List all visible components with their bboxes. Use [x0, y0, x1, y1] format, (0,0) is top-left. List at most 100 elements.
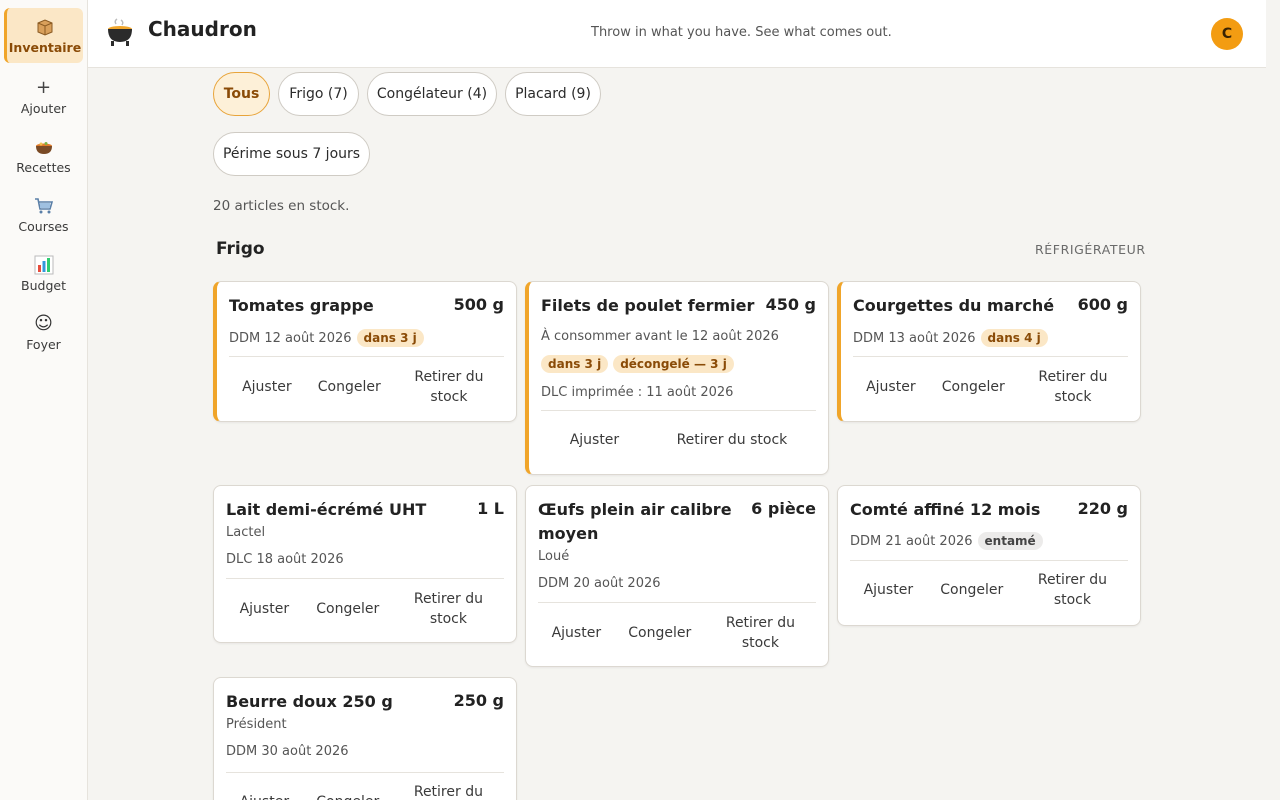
sidebar-item-label: Recettes: [16, 159, 71, 175]
divider: [226, 578, 504, 579]
filter-chip-fridge[interactable]: Frigo (7): [278, 72, 359, 116]
item-quantity: 500 g: [453, 295, 504, 314]
item-name: Courgettes du marché: [853, 296, 1055, 315]
sidebar-item-inventaire[interactable]: Inventaire: [4, 8, 83, 63]
filter-chip-freezer[interactable]: Congélateur (4): [367, 72, 497, 116]
cart-icon: [34, 196, 54, 216]
freeze-button[interactable]: Congeler: [316, 599, 379, 619]
remove-button[interactable]: Retirer du stock: [677, 430, 788, 450]
item-brand: Lactel: [226, 525, 266, 540]
sidebar-item-recettes[interactable]: Recettes: [4, 128, 83, 183]
freeze-button[interactable]: Congeler: [942, 377, 1005, 397]
divider: [850, 560, 1128, 561]
item-date-text: DDM 21 août 2026: [850, 534, 973, 549]
inventory-card: Comté affiné 12 mois 220 g DDM 21 août 2…: [837, 485, 1141, 626]
item-quantity: 6 pièce: [751, 499, 816, 518]
card-actions: Ajuster Congeler Retirer du stock: [853, 367, 1128, 407]
filter-chip-expiring[interactable]: Périme sous 7 jours: [213, 132, 370, 176]
sidebar-item-label: Ajouter: [20, 100, 67, 116]
adjust-button[interactable]: Ajuster: [240, 792, 290, 800]
item-date: À consommer avant le 12 août 2026: [541, 329, 779, 344]
section-title: Frigo: [216, 239, 265, 259]
inventory-card: Tomates grappe 500 g DDM 12 août 2026 dan…: [213, 281, 517, 422]
freeze-button[interactable]: Congeler: [628, 623, 691, 643]
thawed-badge: décongelé — 3 j: [613, 355, 734, 373]
inventory-card: Lait demi-écrémé UHT 1 L Lactel DLC 18 a…: [213, 485, 517, 643]
item-date: DDM 20 août 2026: [538, 576, 661, 591]
sidebar-item-label: Courses: [18, 218, 69, 234]
remove-button[interactable]: Retirer du stock: [406, 589, 490, 629]
stock-count: 20 articles en stock.: [213, 198, 350, 214]
divider: [229, 356, 504, 357]
freeze-button[interactable]: Congeler: [316, 792, 379, 800]
card-actions: Ajuster Congeler Retirer du stock: [229, 367, 504, 407]
remove-button[interactable]: Retirer du stock: [1031, 367, 1115, 407]
cauldron-logo-icon: [106, 18, 134, 48]
item-note: DLC imprimée : 11 août 2026: [541, 385, 734, 400]
plus-icon: +: [35, 76, 52, 98]
divider: [541, 410, 816, 411]
box-icon: [35, 17, 55, 37]
card-actions: Ajuster Congeler Retirer du stock: [226, 782, 504, 800]
adjust-button[interactable]: Ajuster: [866, 377, 916, 397]
remove-button[interactable]: Retirer du stock: [406, 782, 490, 800]
avatar[interactable]: C: [1211, 18, 1243, 50]
item-quantity: 600 g: [1077, 295, 1128, 314]
adjust-button[interactable]: Ajuster: [242, 377, 292, 397]
chart-icon: [34, 255, 54, 275]
divider: [538, 602, 816, 603]
item-name: Beurre doux 250 g: [226, 692, 393, 711]
inventory-card: Filets de poulet fermier 450 g À consomm…: [525, 281, 829, 475]
item-quantity: 1 L: [477, 499, 504, 518]
opened-badge: entamé: [977, 532, 1043, 550]
sidebar-item-courses[interactable]: Courses: [4, 187, 83, 242]
expiry-badge: dans 3 j: [356, 329, 424, 347]
card-actions: Ajuster Congeler Retirer du stock: [226, 589, 504, 629]
sidebar-item-budget[interactable]: Budget: [4, 246, 83, 301]
expiry-badge: dans 4 j: [980, 329, 1048, 347]
item-name: Comté affiné 12 mois: [850, 500, 1041, 519]
card-actions: Ajuster Retirer du stock: [541, 420, 816, 460]
sidebar-item-label: Foyer: [26, 336, 61, 352]
freeze-button[interactable]: Congeler: [940, 580, 1003, 600]
sidebar-item-label: Budget: [21, 277, 66, 293]
pot-icon: [34, 137, 54, 157]
sidebar: Inventaire + Ajouter Recettes Courses Bu…: [0, 0, 88, 800]
item-date: DLC 18 août 2026: [226, 552, 344, 567]
sidebar-item-label: Inventaire: [8, 39, 82, 55]
inventory-card: Courgettes du marché 600 g DDM 13 août 2…: [837, 281, 1141, 422]
card-actions: Ajuster Congeler Retirer du stock: [538, 613, 816, 653]
divider: [226, 772, 504, 773]
app-title: Chaudron: [148, 17, 257, 41]
item-name: Œufs plein air calibre moyen: [538, 500, 732, 543]
scrollbar-track[interactable]: [1266, 0, 1280, 800]
divider: [853, 356, 1128, 357]
item-date-text: DDM 12 août 2026: [229, 331, 352, 346]
inventory-card: Œufs plein air calibre moyen 6 pièce Lou…: [525, 485, 829, 667]
top-header: Chaudron Throw in what you have. See wha…: [88, 0, 1266, 68]
item-name: Lait demi-écrémé UHT: [226, 500, 427, 519]
remove-button[interactable]: Retirer du stock: [1030, 570, 1114, 610]
adjust-button[interactable]: Ajuster: [240, 599, 290, 619]
item-brand: Président: [226, 717, 287, 732]
filter-chip-all[interactable]: Tous: [213, 72, 270, 116]
item-date: DDM 13 août 2026 dans 4 j: [853, 329, 1048, 347]
badge-row: dans 3 j décongelé — 3 j: [541, 355, 734, 373]
remove-button[interactable]: Retirer du stock: [718, 613, 802, 653]
item-brand: Loué: [538, 549, 570, 564]
sidebar-item-ajouter[interactable]: + Ajouter: [4, 69, 83, 124]
adjust-button[interactable]: Ajuster: [570, 430, 620, 450]
adjust-button[interactable]: Ajuster: [552, 623, 602, 643]
adjust-button[interactable]: Ajuster: [864, 580, 914, 600]
app-tagline: Throw in what you have. See what comes o…: [591, 25, 892, 40]
item-date-text: DDM 13 août 2026: [853, 331, 976, 346]
sidebar-item-foyer[interactable]: ☺ Foyer: [4, 305, 83, 360]
remove-button[interactable]: Retirer du stock: [407, 367, 491, 407]
item-name: Tomates grappe: [229, 296, 374, 315]
filter-chip-pantry[interactable]: Placard (9): [505, 72, 601, 116]
expiry-badge: dans 3 j: [541, 355, 609, 373]
section-subtitle: RÉFRIGÉRATEUR: [1035, 242, 1146, 257]
freeze-button[interactable]: Congeler: [318, 377, 381, 397]
item-date: DDM 21 août 2026 entamé: [850, 532, 1043, 550]
item-name: Filets de poulet fermier: [541, 296, 755, 315]
